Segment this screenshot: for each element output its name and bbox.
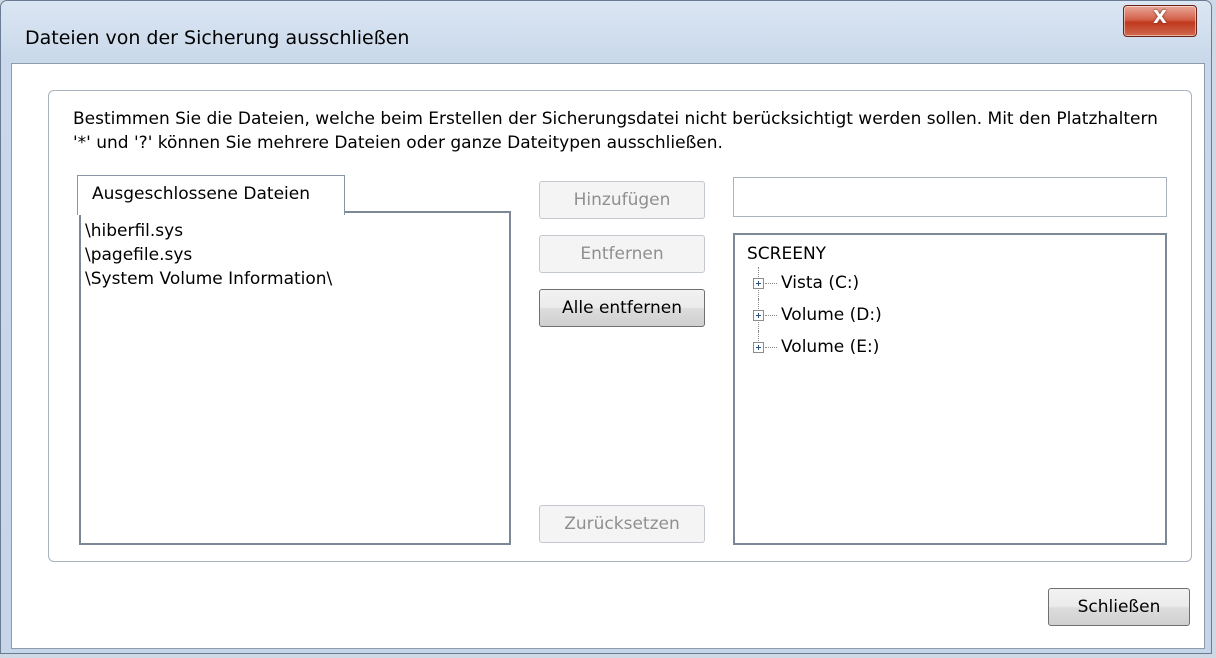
close-button[interactable]: Schließen: [1048, 588, 1190, 626]
expand-icon[interactable]: [753, 278, 764, 289]
tree-connector: [765, 347, 777, 348]
list-item[interactable]: \System Volume Information\: [85, 267, 505, 291]
description-text: Bestimmen Sie die Dateien, welche beim E…: [73, 109, 1158, 153]
tree-root-computer[interactable]: SCREENY: [747, 241, 1165, 267]
expand-icon[interactable]: [753, 310, 764, 321]
tree-connector: [765, 315, 777, 316]
excluded-files-list[interactable]: \hiberfil.sys \pagefile.sys \System Volu…: [79, 211, 511, 545]
list-item[interactable]: \pagefile.sys: [85, 243, 505, 267]
tree-node-label: Volume (D:): [781, 305, 882, 325]
tree-node-drive-c[interactable]: Vista (C:): [747, 267, 1165, 299]
expand-icon[interactable]: [753, 342, 764, 353]
window-close-button[interactable]: X: [1123, 5, 1197, 37]
dialog-client-area: Bestimmen Sie die Dateien, welche beim E…: [11, 63, 1205, 649]
tree-connector: [765, 283, 777, 284]
tree-node-drive-d[interactable]: Volume (D:): [747, 299, 1165, 331]
reset-button[interactable]: Zurücksetzen: [539, 505, 705, 543]
tree-node-label: Vista (C:): [781, 273, 860, 293]
list-item[interactable]: \hiberfil.sys: [85, 219, 505, 243]
add-button[interactable]: Hinzufügen: [539, 181, 705, 219]
tab-excluded-files[interactable]: Ausgeschlossene Dateien: [77, 175, 345, 215]
drive-tree[interactable]: SCREENY Vista (C:) Volume (D:) Volume (E…: [733, 233, 1167, 545]
path-input[interactable]: [733, 177, 1167, 217]
tree-node-label: Volume (E:): [781, 337, 880, 357]
remove-button[interactable]: Entfernen: [539, 235, 705, 273]
remove-all-button[interactable]: Alle entfernen: [539, 289, 705, 327]
close-icon: X: [1153, 7, 1167, 28]
tree-node-drive-e[interactable]: Volume (E:): [747, 331, 1165, 363]
window-title: Dateien von der Sicherung ausschließen: [25, 27, 410, 49]
dialog-window: Dateien von der Sicherung ausschließen X…: [0, 0, 1212, 654]
exclusion-group: Bestimmen Sie die Dateien, welche beim E…: [48, 90, 1192, 562]
